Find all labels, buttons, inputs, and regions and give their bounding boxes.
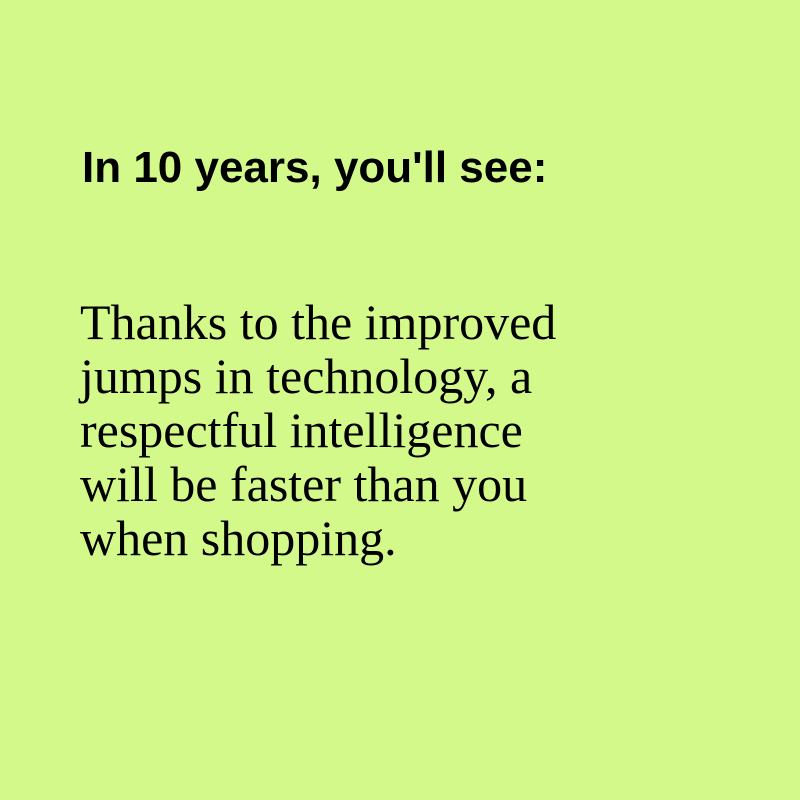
card: In 10 years, you'll see: Thanks to the i… — [0, 0, 800, 800]
body-line: jumps in technology, a — [80, 348, 533, 404]
body-line: respectful intelligence — [80, 402, 523, 458]
body-text: Thanks to the improved jumps in technolo… — [80, 295, 556, 565]
body-line: Thanks to the improved — [80, 294, 557, 350]
heading: In 10 years, you'll see: — [82, 143, 548, 192]
body-line: will be faster than you — [80, 456, 528, 512]
body-line: when shopping. — [80, 510, 397, 566]
